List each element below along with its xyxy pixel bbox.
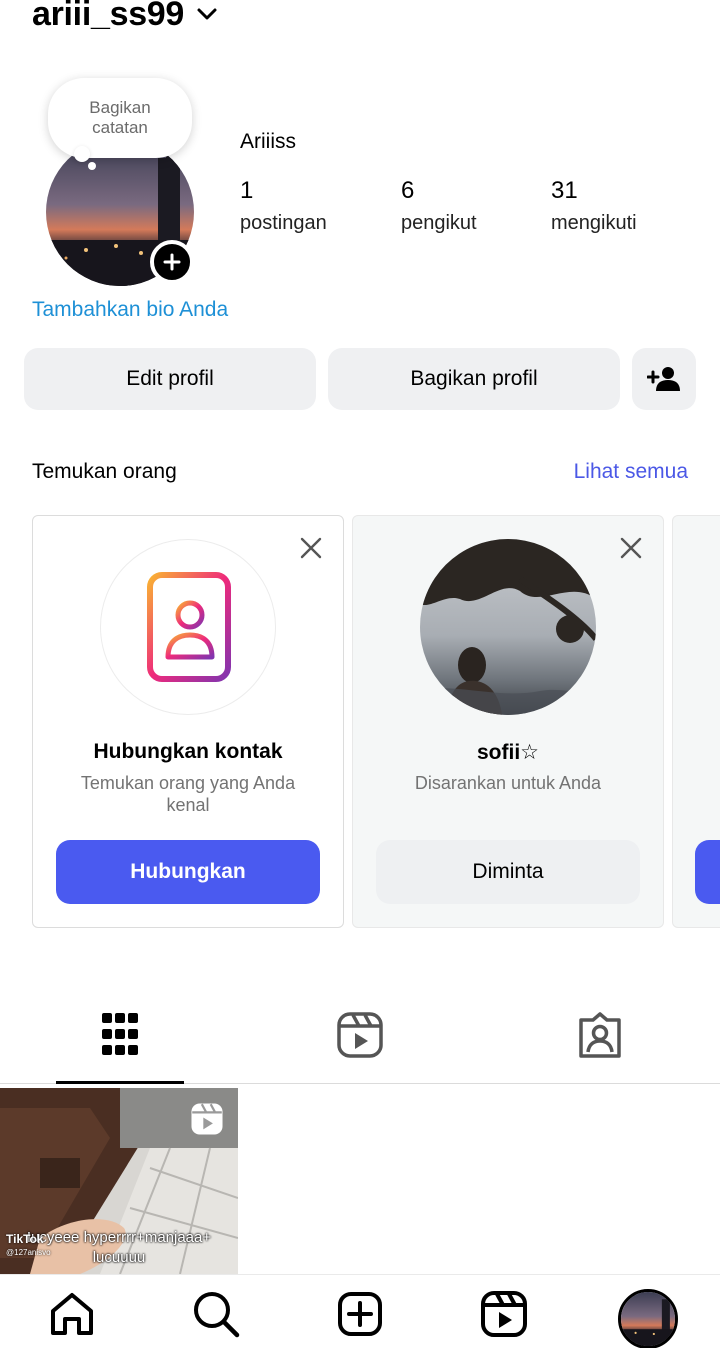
content-tabs [0, 1000, 720, 1084]
active-tab-indicator [56, 1081, 184, 1084]
profile-actions: Edit profil Bagikan profil [24, 348, 696, 410]
tiktok-handle: @127anisvo [6, 1248, 51, 1257]
profile-avatar-container[interactable] [46, 138, 194, 286]
stat-following-value: 31 [551, 177, 578, 204]
tiktok-watermark: TikTok [6, 1232, 44, 1246]
stat-following[interactable]: 31 mengikuti [551, 176, 637, 235]
search-icon [194, 1292, 240, 1338]
add-bio-link[interactable]: Tambahkan bio Anda [32, 298, 228, 322]
home-icon [51, 1293, 93, 1335]
note-bubble-tail-small [88, 162, 96, 170]
tab-tagged[interactable] [480, 1012, 720, 1084]
nav-home[interactable] [47, 1289, 97, 1339]
close-icon[interactable] [299, 536, 323, 565]
nav-search[interactable] [191, 1289, 241, 1339]
reel-badge-icon [190, 1102, 224, 1141]
stat-posts[interactable]: 1 postingan [240, 176, 327, 235]
stat-followers[interactable]: 6 pengikut [401, 176, 477, 235]
stat-following-label: mengikuti [551, 212, 637, 234]
follow-button-partial[interactable] [695, 840, 720, 904]
suggestion-card-contacts: Hubungkan kontak Temukan orang yang Anda… [32, 515, 344, 928]
chevron-down-icon[interactable] [196, 7, 218, 26]
card-subtitle: Disarankan untuk Anda [414, 773, 602, 793]
suggestion-card-partial [672, 515, 720, 928]
contacts-book-icon [100, 539, 276, 715]
post-thumbnail[interactable]: Iucyeee hyperrrr+manjaaa+ lucuuuu TikTok… [0, 1088, 238, 1274]
discover-title: Temukan orang [32, 460, 177, 483]
card-title: sofii☆ [477, 741, 539, 764]
nav-create[interactable] [335, 1289, 385, 1339]
add-story-button[interactable] [150, 240, 194, 284]
note-bubble-tail [74, 146, 90, 162]
bottom-navigation [0, 1274, 720, 1348]
plus-icon [163, 253, 181, 271]
note-bubble[interactable]: Bagikan catatan [48, 78, 192, 158]
add-person-icon [647, 367, 680, 391]
suggested-user-avatar[interactable] [420, 539, 596, 715]
tab-posts[interactable] [0, 1012, 240, 1084]
stat-followers-label: pengikut [401, 212, 477, 234]
card-subtitle: Temukan orang yang Anda kenal [80, 773, 296, 815]
note-bubble-text: Bagikan catatan [89, 98, 151, 137]
edit-profile-button[interactable]: Edit profil [24, 348, 316, 410]
see-all-link[interactable]: Lihat semua [574, 460, 688, 484]
display-name: Ariiiss [240, 130, 296, 153]
suggestion-card-user: sofii☆ Disarankan untuk Anda Diminta [352, 515, 664, 928]
reels-icon [337, 1012, 383, 1058]
profile-header: ariii_ss99 [32, 0, 218, 34]
connect-contacts-button[interactable]: Hubungkan [56, 840, 320, 904]
stat-followers-value: 6 [401, 177, 415, 204]
tagged-icon [579, 1012, 621, 1058]
reels-icon [481, 1291, 527, 1337]
close-icon[interactable] [619, 536, 643, 565]
grid-icon [102, 1013, 138, 1055]
nav-reels[interactable] [479, 1289, 529, 1339]
stat-posts-label: postingan [240, 212, 327, 234]
card-title: Hubungkan kontak [93, 740, 283, 763]
create-icon [338, 1292, 382, 1336]
nav-profile-avatar[interactable] [618, 1289, 678, 1348]
share-profile-button[interactable]: Bagikan profil [328, 348, 620, 410]
requested-button[interactable]: Diminta [376, 840, 640, 904]
username[interactable]: ariii_ss99 [32, 0, 184, 34]
tab-reels[interactable] [240, 1012, 480, 1084]
discover-people-button[interactable] [632, 348, 696, 410]
stat-posts-value: 1 [240, 177, 254, 204]
